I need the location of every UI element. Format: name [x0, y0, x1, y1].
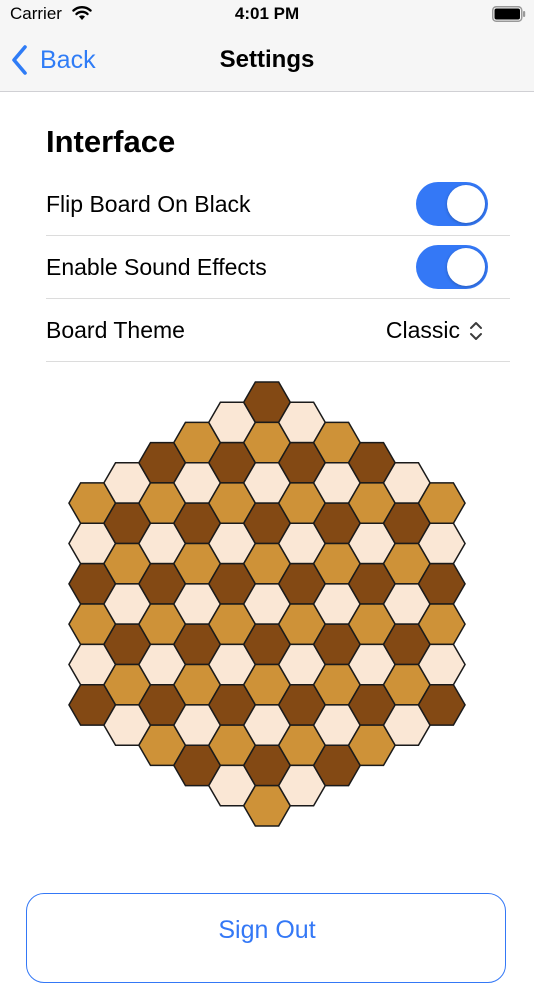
hex-board-preview [68, 381, 466, 827]
sign-out-button[interactable]: Sign Out [26, 893, 506, 983]
sign-out-label: Sign Out [218, 916, 316, 944]
